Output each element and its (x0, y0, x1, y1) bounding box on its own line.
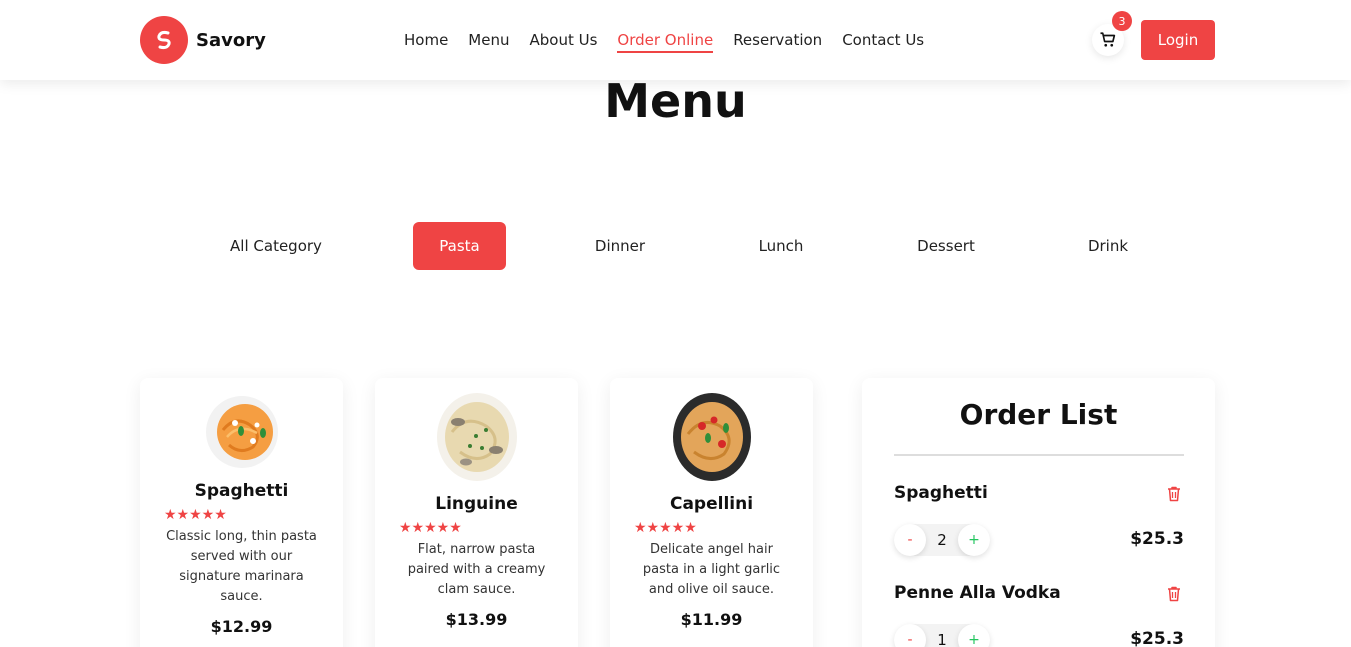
order-item-price: $25.3 (1130, 629, 1184, 647)
order-list-panel: Order List Spaghetti - 2 + $25.3 Penne A… (862, 378, 1215, 647)
nav-home[interactable]: Home (404, 30, 448, 53)
divider (894, 454, 1184, 456)
category-drink[interactable]: Drink (1068, 222, 1148, 270)
quantity-stepper: - 1 + (894, 624, 990, 647)
menu-item-name: Capellini (669, 494, 754, 514)
nav-about-us[interactable]: About Us (529, 30, 597, 53)
increase-button[interactable]: + (958, 524, 990, 556)
increase-button[interactable]: + (958, 624, 990, 647)
menu-item-price: $11.99 (680, 610, 743, 629)
menu-card[interactable]: Linguine ★★★★★ Flat, narrow pasta paired… (375, 378, 578, 647)
menu-item-description: Delicate angel hair pasta in a light gar… (642, 542, 781, 597)
nav-menu[interactable]: Menu (468, 30, 509, 53)
order-item-price: $25.3 (1130, 529, 1184, 549)
site-header: Savory Home Menu About Us Order Online R… (0, 0, 1351, 80)
nav-order-online[interactable]: Order Online (617, 30, 714, 53)
main-nav: Home Menu About Us Order Online Reservat… (404, 30, 924, 53)
category-all[interactable]: All Category (214, 222, 338, 270)
quantity-value: 1 (937, 631, 947, 647)
category-dessert[interactable]: Dessert (896, 222, 996, 270)
nav-contact-us[interactable]: Contact Us (842, 30, 924, 53)
spaghetti-image (205, 396, 278, 468)
nav-reservation[interactable]: Reservation (733, 30, 822, 53)
category-lunch[interactable]: Lunch (736, 222, 826, 270)
logo[interactable]: Savory (140, 16, 266, 64)
menu-item-name: Linguine (435, 494, 518, 514)
menu-card[interactable]: Capellini ★★★★★ Delicate angel hair past… (610, 378, 813, 647)
rating-stars: ★★★★★ (399, 520, 462, 536)
order-list-title: Order List (959, 398, 1118, 431)
trash-icon[interactable] (1165, 485, 1183, 503)
login-button[interactable]: Login (1141, 20, 1215, 60)
menu-item-price: $12.99 (210, 617, 273, 636)
rating-stars: ★★★★★ (164, 507, 227, 523)
menu-card[interactable]: Spaghetti ★★★★★ Classic long, thin pasta… (140, 378, 343, 647)
menu-item-description: Classic long, thin pasta served with our… (166, 529, 317, 604)
menu-item-price: $13.99 (445, 610, 508, 629)
decrease-button[interactable]: - (894, 624, 926, 647)
category-dinner[interactable]: Dinner (574, 222, 666, 270)
logo-icon (140, 16, 188, 64)
brand-name: Savory (196, 29, 266, 51)
quantity-value: 2 (937, 531, 947, 549)
linguine-image (436, 393, 517, 481)
page-title: Menu (604, 74, 747, 128)
rating-stars: ★★★★★ (634, 520, 697, 536)
quantity-stepper: - 2 + (894, 524, 990, 556)
menu-item-description: Flat, narrow pasta paired with a creamy … (407, 542, 546, 597)
menu-item-name: Spaghetti (194, 481, 289, 501)
decrease-button[interactable]: - (894, 524, 926, 556)
cart-icon (1100, 32, 1116, 47)
capellini-image (672, 393, 751, 481)
category-filter: All Category Pasta Dinner Lunch Dessert … (0, 222, 1351, 270)
trash-icon[interactable] (1165, 585, 1183, 603)
order-item-name: Spaghetti (894, 483, 988, 503)
category-pasta[interactable]: Pasta (413, 222, 506, 270)
order-item-name: Penne Alla Vodka (894, 583, 1061, 603)
cart-count-badge: 3 (1112, 11, 1132, 31)
